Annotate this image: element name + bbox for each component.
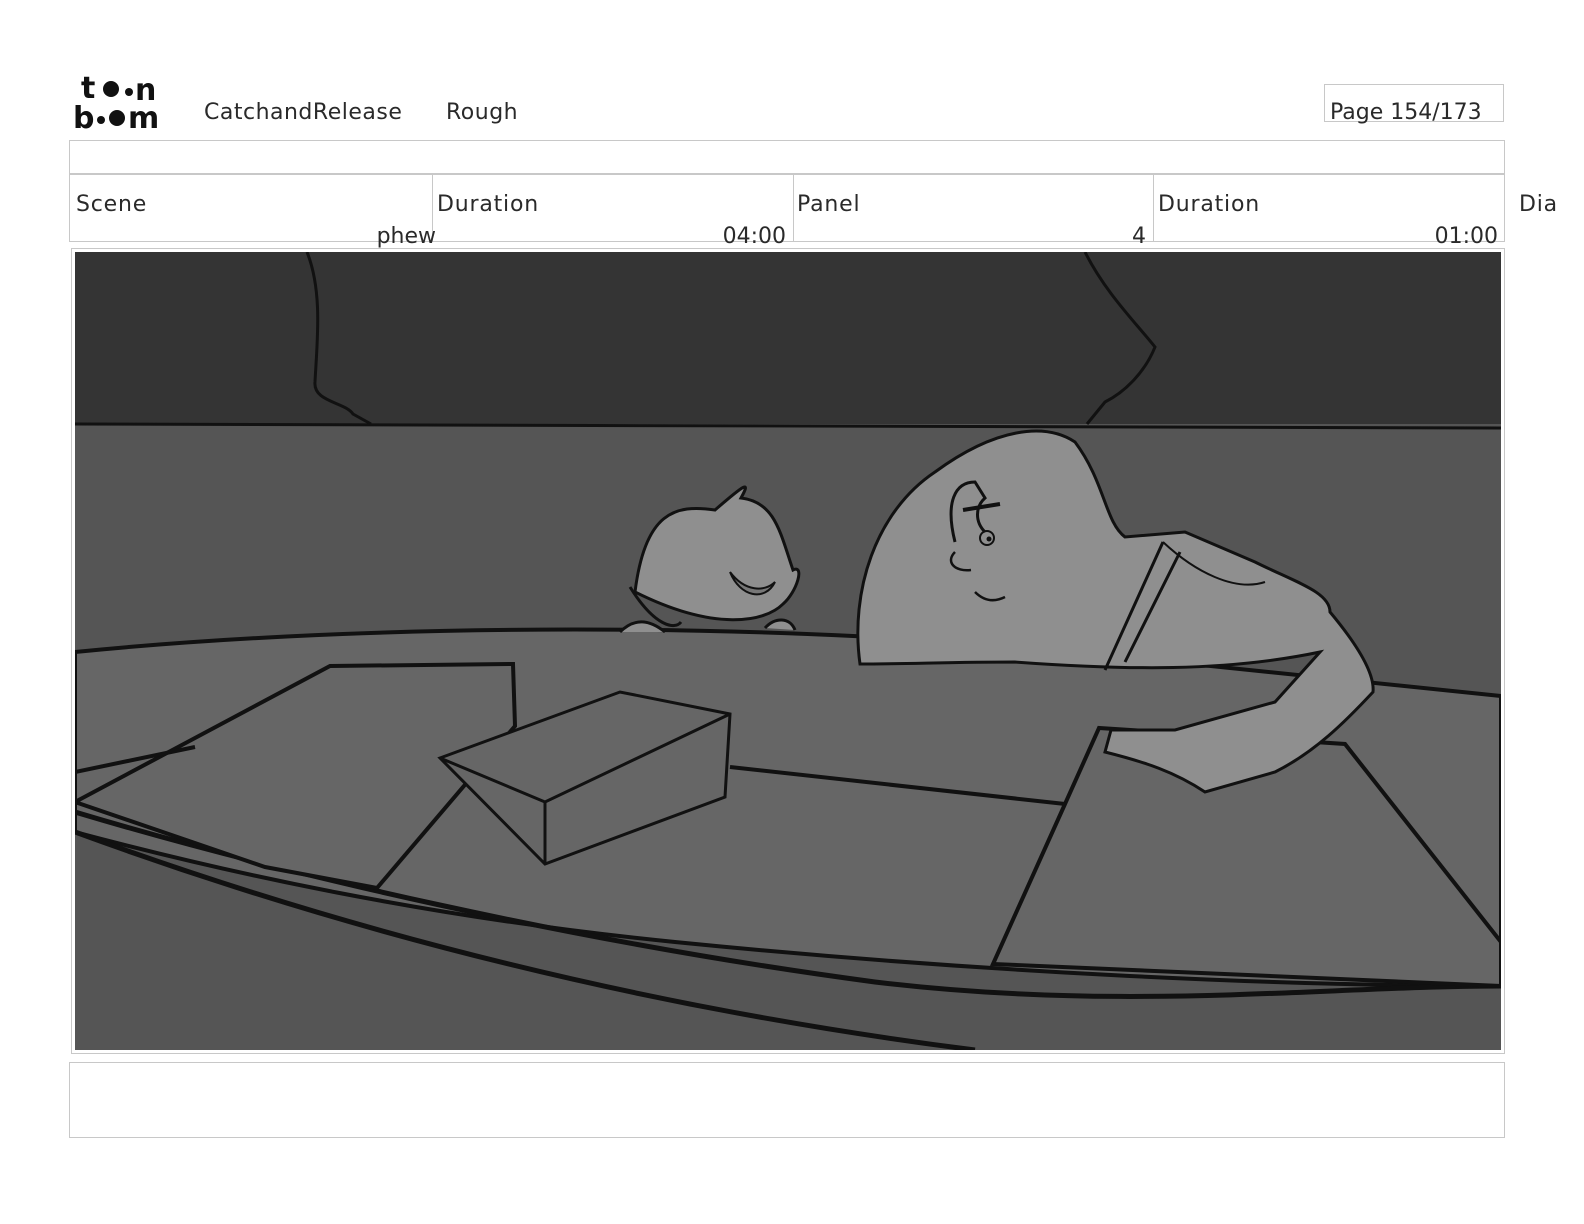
panel-value: 4 xyxy=(1132,224,1146,249)
svg-text:m: m xyxy=(128,101,159,132)
dialogue-label: Dia xyxy=(1519,192,1558,217)
page-number: Page 154/173 xyxy=(1330,100,1482,125)
column-divider xyxy=(1153,174,1154,242)
column-divider xyxy=(793,174,794,242)
svg-text:b: b xyxy=(73,101,94,132)
title-strip xyxy=(69,140,1505,174)
panel-label: Panel xyxy=(797,192,861,217)
toonboom-logo: t n b m xyxy=(73,72,159,132)
scene-duration-label: Duration xyxy=(437,192,539,217)
project-name: CatchandRelease xyxy=(204,100,403,125)
storyboard-panel-image xyxy=(75,252,1501,1050)
scene-duration-value: 04:00 xyxy=(722,224,786,249)
scene-value: phew xyxy=(376,224,436,249)
panel-duration-value: 01:00 xyxy=(1434,224,1498,249)
stage-name: Rough xyxy=(446,100,519,125)
panel-duration-label: Duration xyxy=(1158,192,1260,217)
scene-label: Scene xyxy=(76,192,148,217)
notes-area xyxy=(69,1062,1505,1138)
info-header xyxy=(69,174,1505,242)
